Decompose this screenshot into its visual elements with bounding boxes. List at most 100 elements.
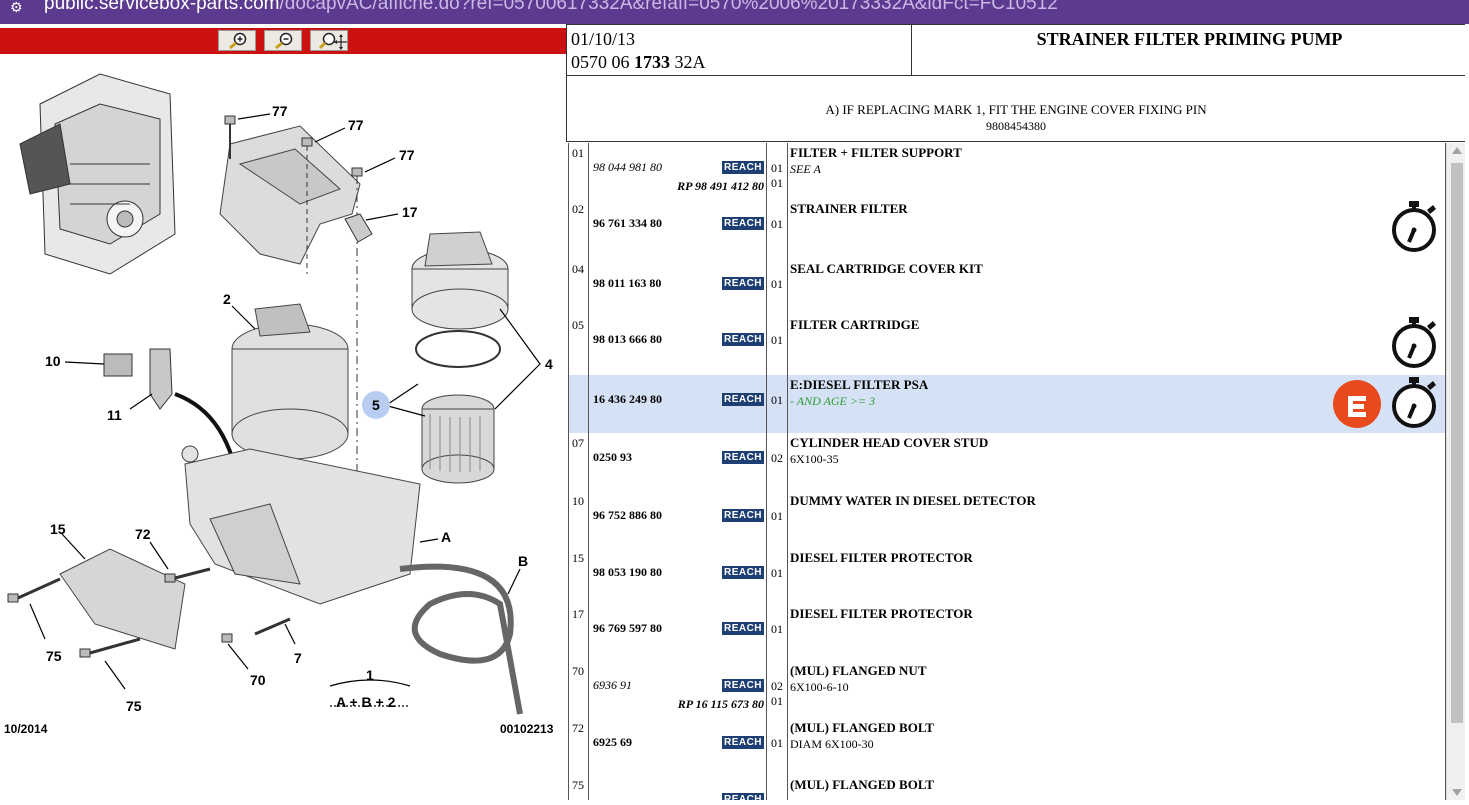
scrollbar-thumb[interactable] — [1451, 163, 1463, 723]
url-text[interactable]: public.servicebox-parts.com/docapvAC/aff… — [44, 0, 1058, 16]
parts-table: 01 98 044 981 80 REACH RP 98 491 412 80 01 01… — [568, 143, 1446, 800]
callout-5: 5 — [372, 397, 380, 413]
table-row[interactable]: 70 6936 91 REACH RP 16 115 673 80 02 01 (MUL) … — [568, 661, 1446, 719]
reach-badge[interactable]: REACH — [722, 509, 764, 522]
description-cell: DUMMY WATER IN DIESEL DETECTOR — [788, 491, 1446, 548]
mark-cell: 15 — [568, 548, 589, 604]
part-name[interactable]: FILTER + FILTER SUPPORT — [790, 145, 962, 161]
part-number[interactable]: 96 769 597 80 — [593, 621, 662, 636]
replacement-part-number[interactable]: RP 16 115 673 80 — [678, 697, 764, 712]
reach-badge[interactable]: REACH — [722, 217, 764, 230]
table-row[interactable]: 01 98 044 981 80 REACH RP 98 491 412 80 01 01… — [568, 143, 1446, 200]
mark-cell — [568, 375, 589, 433]
description-cell: CYLINDER HEAD COVER STUD 6X100-35 — [788, 433, 1446, 491]
table-row[interactable]: 02 96 761 334 80 REACH 01 STRAINER FILTER — [568, 199, 1446, 260]
note-line-1: A) IF REPLACING MARK 1, FIT THE ENGINE C… — [825, 102, 1207, 117]
zoom-in-icon — [229, 32, 247, 50]
part-name[interactable]: CYLINDER HEAD COVER STUD — [790, 435, 988, 451]
site-settings-icon[interactable]: ⚙ — [10, 0, 32, 18]
scroll-up-icon[interactable] — [1452, 147, 1462, 154]
reach-badge[interactable]: REACH — [722, 679, 764, 692]
reach-badge[interactable]: REACH — [722, 793, 764, 800]
part-number[interactable]: 98 044 981 80 — [593, 160, 662, 175]
vertical-scrollbar[interactable] — [1446, 143, 1466, 800]
url-host: public.servicebox-parts.com — [44, 0, 280, 14]
quantity: 01 — [771, 509, 783, 523]
table-row[interactable]: 04 98 011 163 80 REACH 01 SEAL CARTRIDGE COV… — [568, 259, 1446, 316]
address-bar[interactable]: ⚙ public.servicebox-parts.com/docapvAC/a… — [0, 0, 1469, 24]
quantity-cell: 01 — [767, 604, 788, 661]
quantity-cell: 01 — [767, 199, 788, 259]
part-name[interactable]: (MUL) FLANGED BOLT — [790, 720, 934, 736]
part-number[interactable]: 98 053 190 80 — [593, 565, 662, 580]
part-name[interactable]: DIESEL FILTER PROTECTOR — [790, 550, 973, 566]
stopwatch-icon[interactable] — [1390, 199, 1440, 257]
quantity-secondary: 01 — [771, 694, 783, 708]
table-row[interactable]: 05 98 013 666 80 REACH 01 FILTER CARTRIDGE — [568, 315, 1446, 376]
quantity-secondary: 01 — [771, 176, 783, 190]
zoom-out-button[interactable] — [264, 30, 302, 51]
table-row[interactable]: 10 96 752 886 80 REACH 01 DUMMY WATER IN DIE… — [568, 491, 1446, 549]
part-name[interactable]: (MUL) FLANGED BOLT — [790, 777, 934, 793]
callout-77c: 77 — [399, 147, 415, 163]
part-detail: SEE A — [790, 162, 821, 176]
stopwatch-icon[interactable] — [1390, 375, 1440, 433]
table-row[interactable]: 16 436 249 80 REACH 01 E:DIESEL FILTER PSA -… — [568, 375, 1446, 434]
e-logo-icon[interactable] — [1332, 379, 1382, 429]
zoom-in-button[interactable] — [218, 30, 256, 51]
part-number[interactable]: 0250 93 — [593, 450, 632, 465]
part-number[interactable]: 96 761 334 80 — [593, 216, 662, 231]
part-name[interactable]: STRAINER FILTER — [790, 201, 908, 217]
part-number[interactable]: 6925 69 — [593, 735, 632, 750]
reach-badge[interactable]: REACH — [722, 333, 764, 346]
table-row[interactable]: 17 96 769 597 80 REACH 01 DIESEL FILTER PROT… — [568, 604, 1446, 662]
ref-bold: 1733 — [634, 52, 670, 72]
part-name[interactable]: DUMMY WATER IN DIESEL DETECTOR — [790, 493, 1036, 509]
quantity-cell: 01 — [767, 491, 788, 548]
filter-cartridge-illustration — [421, 394, 495, 484]
reach-badge[interactable]: REACH — [722, 161, 764, 174]
quantity: 02 — [771, 679, 783, 693]
mark-cell: 01 — [568, 143, 589, 199]
pipe-b-illustration — [399, 563, 523, 715]
part-number[interactable]: 16 436 249 80 — [593, 392, 662, 407]
reach-badge[interactable]: REACH — [722, 566, 764, 579]
note-box: A) IF REPLACING MARK 1, FIT THE ENGINE C… — [566, 76, 1466, 142]
reference-cell: 96 769 597 80 REACH — [589, 604, 767, 661]
detector-10-illustration — [103, 353, 133, 377]
filter-cap-illustration — [411, 231, 509, 330]
part-name[interactable]: SEAL CARTRIDGE COVER KIT — [790, 261, 983, 277]
reach-badge[interactable]: REACH — [722, 622, 764, 635]
part-number[interactable]: 96 752 886 80 — [593, 508, 662, 523]
table-row[interactable]: 72 6925 69 REACH 01 (MUL) FLANGED BOLT DIAM 6… — [568, 718, 1446, 776]
reference-cell: REACH — [589, 775, 767, 800]
table-row[interactable]: 15 98 053 190 80 REACH 01 DIESEL FILTER PROT… — [568, 548, 1446, 605]
zoom-pan-button[interactable] — [310, 30, 348, 51]
description-cell: FILTER + FILTER SUPPORT SEE A — [788, 143, 1446, 199]
reach-badge[interactable]: REACH — [722, 451, 764, 464]
description-cell: SEAL CARTRIDGE COVER KIT — [788, 259, 1446, 315]
reach-badge[interactable]: REACH — [722, 393, 764, 406]
quantity-cell: 01 — [767, 375, 788, 433]
stopwatch-icon[interactable] — [1390, 315, 1440, 373]
callout-75b: 75 — [126, 698, 142, 714]
description-cell: E:DIESEL FILTER PSA - AND AGE >= 3 — [788, 375, 1446, 433]
part-name[interactable]: (MUL) FLANGED NUT — [790, 663, 927, 679]
scroll-down-icon[interactable] — [1452, 789, 1462, 796]
part-name[interactable]: FILTER CARTRIDGE — [790, 317, 919, 333]
part-number[interactable]: 98 011 163 80 — [593, 276, 661, 291]
callout-70: 70 — [250, 672, 266, 688]
table-row[interactable]: 75 REACH (MUL) FLANGED BOLT — [568, 775, 1446, 800]
replacement-part-number[interactable]: RP 98 491 412 80 — [677, 179, 764, 194]
table-row[interactable]: 07 0250 93 REACH 02 CYLINDER HEAD COVER STUD… — [568, 433, 1446, 492]
quantity: 02 — [771, 451, 783, 465]
reference-cell: 98 044 981 80 REACH RP 98 491 412 80 — [589, 143, 767, 199]
diagram-number: 00102213 — [500, 722, 554, 736]
reach-badge[interactable]: REACH — [722, 736, 764, 749]
part-name[interactable]: E:DIESEL FILTER PSA — [790, 377, 928, 393]
reach-badge[interactable]: REACH — [722, 277, 764, 290]
quantity: 01 — [771, 217, 783, 231]
part-number[interactable]: 6936 91 — [593, 678, 632, 693]
part-name[interactable]: DIESEL FILTER PROTECTOR — [790, 606, 973, 622]
part-number[interactable]: 98 013 666 80 — [593, 332, 662, 347]
